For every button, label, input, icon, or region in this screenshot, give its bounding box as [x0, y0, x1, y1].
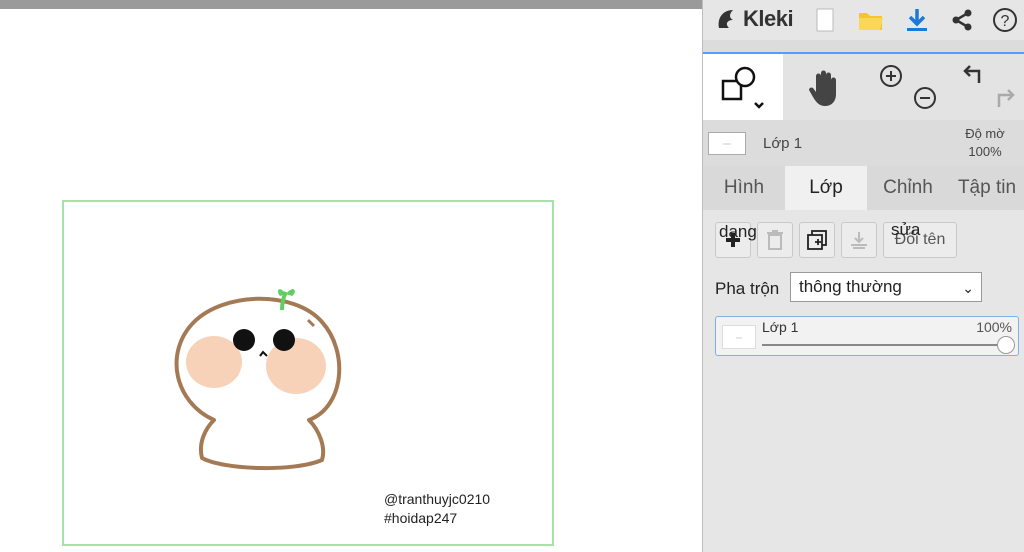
layer-thumbnail [708, 132, 746, 155]
slider-handle[interactable] [997, 336, 1015, 354]
top-bar [0, 0, 702, 9]
opacity-value: 100% [968, 144, 1002, 159]
layer-item-name: Lớp 1 [762, 319, 799, 335]
side-panel: Kleki ? Lớp 1 Độ mờ 100% Hình Lớp Chỉnh … [702, 0, 1024, 552]
new-file-icon[interactable] [811, 6, 839, 34]
delete-layer-button[interactable] [757, 222, 793, 258]
zoom-buttons [873, 54, 943, 122]
opacity-label: Độ mờ [965, 126, 1005, 141]
folder-open-icon[interactable] [857, 6, 885, 34]
shape-tool-icon [721, 66, 764, 109]
layer-item-thumbnail [722, 325, 756, 349]
tab-hinh[interactable]: Hình [703, 166, 785, 210]
chevron-down-icon: ⌄ [962, 280, 974, 296]
tab-lop[interactable]: Lớp [785, 166, 867, 210]
trash-icon [767, 230, 783, 250]
kleki-logo-icon [718, 10, 733, 28]
share-icon[interactable] [948, 6, 976, 34]
blend-mode-select[interactable]: thông thường ⌄ [790, 272, 982, 302]
hand-icon [809, 70, 836, 106]
download-icon[interactable] [903, 6, 931, 34]
layers-content: dang Đổi tên sửa Pha trộn thông thường ⌄… [703, 210, 1024, 552]
watermark-hashtag: #hoidap247 [384, 510, 458, 526]
merge-down-icon [851, 232, 867, 249]
drawing-canvas[interactable]: @tranthuyjc0210 #hoidap247 [62, 200, 554, 546]
app-name: Kleki [743, 6, 794, 31]
shape-tool-button[interactable] [703, 54, 783, 122]
kleki-logo[interactable]: Kleki [715, 6, 794, 32]
svg-text:?: ? [1001, 13, 1010, 30]
layer-opacity-slider[interactable] [762, 344, 1006, 346]
merge-down-button[interactable] [841, 222, 877, 258]
tab-tap-tin[interactable]: Tập tin [949, 166, 1024, 210]
tab-chinh[interactable]: Chỉnh [867, 166, 949, 210]
canvas-area[interactable]: @tranthuyjc0210 #hoidap247 [0, 9, 702, 552]
blend-mode-label: Pha trộn [715, 279, 780, 298]
overlap-label-left: dang [719, 222, 757, 241]
current-layer-name: Lớp 1 [763, 135, 803, 152]
hand-tool-button[interactable] [785, 54, 865, 122]
undo-icon[interactable] [963, 65, 981, 83]
panel-tabs: Hình Lớp Chỉnh Tập tin [703, 166, 1024, 210]
help-icon[interactable]: ? [991, 6, 1019, 34]
zoom-in-icon[interactable] [880, 65, 902, 87]
duplicate-layer-button[interactable] [799, 222, 835, 258]
watermark-username: @tranthuyjc0210 [384, 491, 491, 507]
layer-list-item[interactable]: Lớp 1 100% [715, 316, 1019, 356]
panel-header: Kleki ? [703, 0, 1024, 40]
layer-item-opacity: 100% [976, 319, 1012, 335]
duplicate-icon [807, 230, 827, 250]
redo-icon[interactable] [997, 89, 1015, 107]
blend-mode-value: thông thường [799, 277, 902, 296]
zoom-out-icon[interactable] [914, 87, 936, 109]
history-buttons [953, 54, 1024, 122]
current-layer-info: Lớp 1 Độ mờ 100% [703, 120, 1024, 166]
tool-bar [703, 52, 1024, 122]
overlap-label-right: sửa [891, 220, 921, 239]
